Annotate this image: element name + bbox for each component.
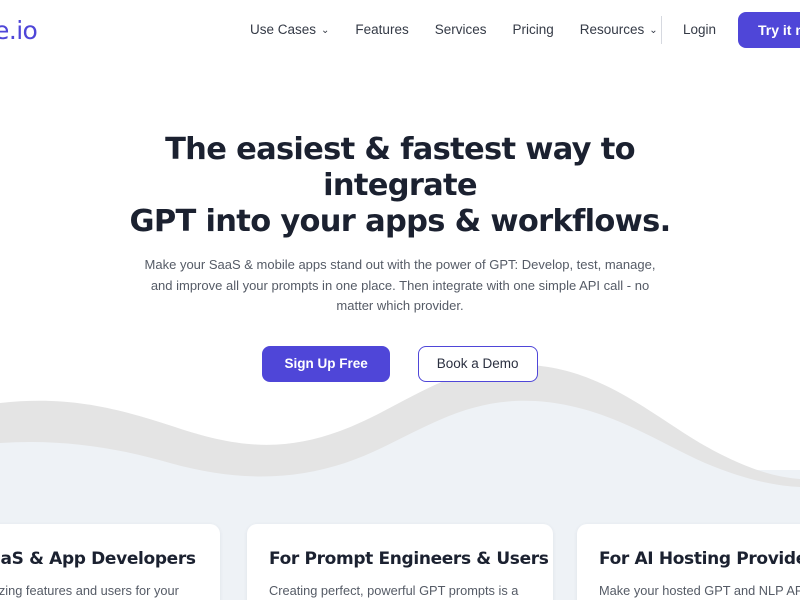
feature-card-ai-hosting-providers[interactable]: For AI Hosting Providers Make your hoste… bbox=[577, 524, 800, 600]
nav-item-pricing-label: Pricing bbox=[512, 22, 554, 37]
feature-card-prompt-engineers-users[interactable]: For Prompt Engineers & Users Creating pe… bbox=[247, 524, 553, 600]
nav-item-use-cases-label: Use Cases bbox=[250, 22, 317, 37]
hero-title: The easiest & fastest way to integrate G… bbox=[0, 132, 800, 240]
feature-card-body: Make your hosted GPT and NLP APIs bbox=[599, 583, 800, 598]
chevron-down-icon: ⌄ bbox=[321, 25, 330, 36]
nav-item-resources[interactable]: Resources ⌄ bbox=[580, 21, 658, 39]
nav-item-services[interactable]: Services bbox=[435, 21, 487, 39]
hero-title-line-1: The easiest & fastest way to integrate bbox=[165, 132, 636, 203]
book-a-demo-button[interactable]: Book a Demo bbox=[417, 345, 538, 382]
nav-item-resources-label: Resources bbox=[579, 22, 645, 37]
login-link[interactable]: Login bbox=[683, 21, 716, 39]
nav-item-pricing[interactable]: Pricing bbox=[512, 21, 553, 39]
chevron-down-icon: ⌄ bbox=[649, 25, 658, 36]
brand-logo[interactable]: itude.io bbox=[0, 16, 38, 45]
hero-subtitle: Make your SaaS & mobile apps stand out w… bbox=[144, 257, 656, 313]
site-header: itude.io Use Cases ⌄ Features Services P… bbox=[0, 0, 800, 60]
primary-navigation: Use Cases ⌄ Features Services Pricing Re… bbox=[250, 21, 658, 39]
feature-card-saas-app-developers[interactable]: For SaaS & App Developers Build amazing … bbox=[0, 524, 220, 600]
landing-page: itude.io Use Cases ⌄ Features Services P… bbox=[0, 0, 800, 600]
nav-divider bbox=[661, 16, 662, 44]
sign-up-free-button[interactable]: Sign Up Free bbox=[262, 345, 390, 382]
try-it-now-button[interactable]: Try it now bbox=[738, 12, 800, 48]
feature-card-title: For SaaS & App Developers bbox=[0, 549, 196, 569]
feature-card-title: For AI Hosting Providers bbox=[599, 549, 800, 569]
nav-item-services-label: Services bbox=[434, 22, 487, 37]
hero-cta-group: Sign Up Free Book a Demo bbox=[0, 345, 800, 382]
feature-card-body: Build amazing features and users for you… bbox=[0, 583, 179, 598]
feature-card-title: For Prompt Engineers & Users bbox=[269, 549, 549, 569]
hero-title-line-2: GPT into your apps & workflows. bbox=[129, 204, 672, 239]
nav-item-features[interactable]: Features bbox=[355, 21, 408, 39]
hero-section: The easiest & fastest way to integrate G… bbox=[0, 60, 800, 382]
nav-item-features-label: Features bbox=[355, 22, 409, 37]
feature-card-body: Creating perfect, powerful GPT prompts i… bbox=[269, 583, 519, 598]
nav-item-use-cases[interactable]: Use Cases ⌄ bbox=[250, 21, 329, 39]
